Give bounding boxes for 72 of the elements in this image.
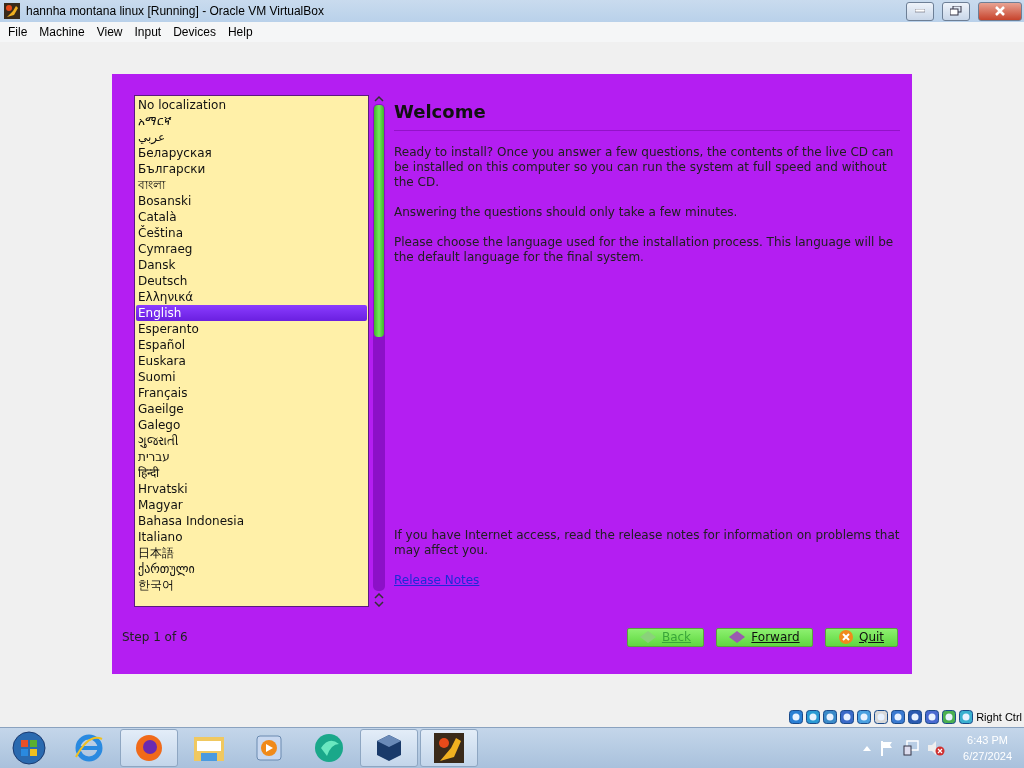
intro-paragraph: Answering the questions should only take a few minutes. [394,205,739,220]
menu-item[interactable]: Devices [167,25,222,39]
start-orb-icon [12,731,46,765]
language-item[interactable]: Galego [136,417,367,433]
scroll-up-icon[interactable] [374,95,384,102]
language-item[interactable]: 한국어 [136,577,367,593]
language-item[interactable]: हिन्दी [136,465,367,481]
language-item[interactable]: Bahasa Indonesia [136,513,367,529]
language-item[interactable]: 日本語 [136,545,367,561]
language-item[interactable]: Hrvatski [136,481,367,497]
language-item[interactable]: Čeština [136,225,367,241]
app-icon [4,3,20,19]
taskbar-app[interactable] [420,729,478,767]
scroll-thumb[interactable] [374,105,384,337]
muted-speaker-icon[interactable] [927,740,946,756]
close-icon [838,630,853,644]
folder-icon [193,734,225,762]
language-item[interactable]: Esperanto [136,321,367,337]
restore-icon [950,6,962,16]
forward-button[interactable]: Forward [716,627,813,647]
close-icon [995,6,1005,16]
menu-item[interactable]: View [90,25,129,39]
scroll-arrows-icon[interactable] [374,593,384,607]
swirl-icon [313,732,345,764]
language-item[interactable]: Gaeilge [136,401,367,417]
language-item[interactable]: Ελληνικά [136,289,367,305]
menu-item[interactable]: Help [221,25,259,39]
welcome-heading: Welcome [394,95,900,131]
intro-paragraph: Ready to install? Once you answer a few questions, the contents of the live CD can be installed on this computer so you can run the system at full speed and without the CD. [394,145,895,190]
window-title: hannha montana linux [Running] - Oracle VM VirtualBox [26,4,325,18]
quit-button[interactable]: Quit [825,627,898,647]
language-item[interactable]: Bosanski [136,193,367,209]
taskbar-app[interactable] [120,729,178,767]
language-item[interactable]: Italiano [136,529,367,545]
cube-icon [374,733,404,763]
language-item[interactable]: English [136,305,367,321]
diamond-icon [639,631,656,643]
language-item[interactable]: ქართული [136,561,367,577]
diamond-icon [729,631,746,643]
step-label: Step 1 of 6 [122,630,189,644]
app-logo-icon [434,733,464,763]
intro-paragraph: Please choose the language used for the installation process. This language will be the default language for the final system. [394,235,895,265]
language-item[interactable]: Euskara [136,353,367,369]
restore-button[interactable] [942,1,970,21]
language-item[interactable]: Cymraeg [136,241,367,257]
language-item[interactable]: No localization [136,97,367,113]
menu-item[interactable]: Machine [33,25,91,39]
language-item[interactable]: বাংলা [136,177,367,193]
release-paragraph: If you have Internet access, read the release notes for information on problems that may affect you. [394,528,900,558]
language-item[interactable]: Magyar [136,497,367,513]
host-key-label: Right Ctrl [976,711,1022,723]
menu-item[interactable]: Input [128,25,168,39]
language-item[interactable]: Suomi [136,369,367,385]
close-button[interactable] [978,1,1022,21]
taskbar-app[interactable] [360,729,418,767]
language-item[interactable]: Deutsch [136,273,367,289]
minimize-icon [915,9,925,13]
menu-item[interactable]: File [2,25,34,39]
language-item[interactable]: ગુજરાતી [136,433,367,449]
language-item[interactable]: Български [136,161,367,177]
language-item[interactable]: Español [136,337,367,353]
minimize-button[interactable] [906,1,934,21]
browser-e-icon [74,733,104,763]
media-player-icon [256,735,282,761]
language-item[interactable]: עברית [136,449,367,465]
language-item[interactable]: Dansk [136,257,367,273]
language-item[interactable]: Català [136,209,367,225]
language-item[interactable]: አማርኛ [136,113,367,129]
language-item[interactable]: Français [136,385,367,401]
language-item[interactable]: Беларуская [136,145,367,161]
language-item[interactable]: عربي [136,129,367,145]
fox-globe-icon [134,733,164,763]
